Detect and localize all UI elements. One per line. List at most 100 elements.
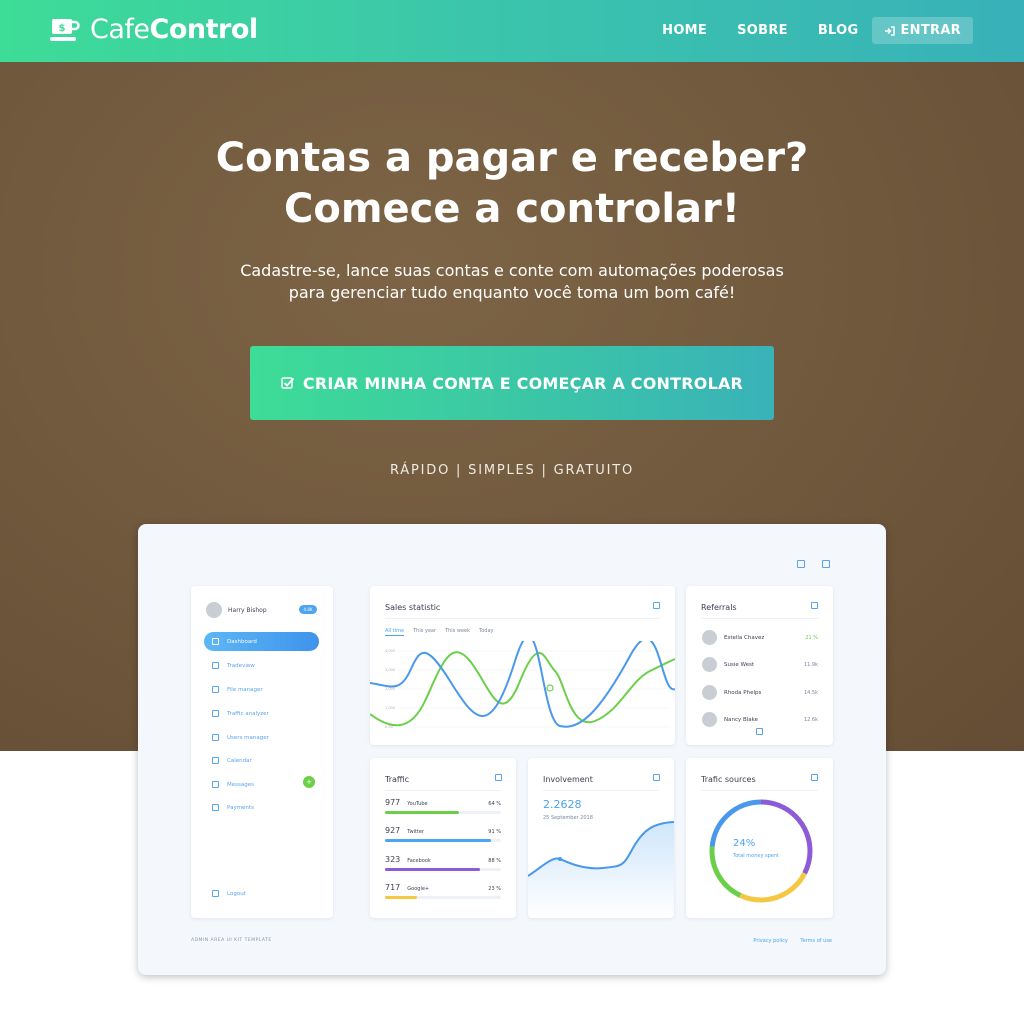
menu-label: Logout — [227, 890, 246, 897]
menu-icon — [212, 781, 219, 788]
traffic-percent: 23 % — [488, 886, 501, 892]
traffic-bar-fill — [385, 811, 460, 814]
nav-about-link[interactable]: SOBRE — [737, 23, 788, 38]
traffic-count: 927 — [385, 826, 401, 835]
subheadline-line-1: Cadastre-se, lance suas contas e conte c… — [240, 261, 784, 280]
involvement-card: Involvement 2.2628 25 September 2018 — [528, 758, 674, 918]
preview-menu-item: Users manager — [204, 728, 319, 747]
traffic-source: Twitter — [407, 829, 425, 835]
traffic-source: YouTube — [407, 801, 428, 807]
menu-label: Calendar — [227, 757, 252, 764]
window-icon — [797, 560, 805, 568]
nav-blog-link[interactable]: BLOG — [818, 23, 859, 38]
check-square-icon — [281, 377, 295, 389]
subheadline-line-2: para gerenciar tudo enquanto você toma u… — [288, 283, 736, 302]
preview-footer-links: Privacy policy Terms of use — [742, 938, 832, 944]
traffic-count: 323 — [385, 855, 401, 864]
calendar-icon — [653, 602, 660, 609]
privacy-policy-link: Privacy policy — [753, 938, 788, 944]
preview-sidebar: Harry Bishop 4.8K Dashboard Tradeview Fi… — [191, 586, 333, 918]
landing-page: $ CafeControl HOME SOBRE BLOG ENTRAR Con… — [0, 0, 1024, 1024]
user-badge: 4.8K — [299, 605, 317, 614]
menu-label: Traffic analyzer — [227, 710, 269, 717]
referral-name: Susie West — [724, 661, 755, 668]
traffic-count: 717 — [385, 883, 401, 892]
menu-label: Users manager — [227, 734, 269, 741]
traffic-source: Google+ — [407, 886, 430, 892]
login-label: ENTRAR — [900, 23, 961, 38]
card-title: Sales statistic — [385, 603, 441, 612]
avatar — [702, 712, 717, 727]
card-title: Traffic — [385, 775, 410, 784]
referral-row: Susie West 11.9k — [702, 657, 818, 672]
traffic-percent: 91 % — [488, 829, 501, 835]
calendar-icon — [811, 774, 818, 781]
traffic-sources-card: Trafic sources 24% Total money spent — [686, 758, 833, 918]
menu-label: Dashboard — [227, 638, 257, 645]
tab-today: Today — [479, 628, 494, 634]
traffic-bar-fill — [385, 839, 491, 842]
traffic-bar-fill — [385, 868, 481, 871]
user-name: Harry Bishop — [228, 606, 267, 614]
window-icon — [822, 560, 830, 568]
referral-name: Estella Chavez — [724, 634, 765, 641]
preview-user: Harry Bishop — [206, 602, 267, 618]
preview-footer-text: ADMIN AREA UI KIT TEMPLATE — [191, 938, 272, 943]
referral-value: 14.5k — [803, 689, 818, 696]
preview-logout: Logout — [204, 884, 319, 903]
menu-icon — [212, 638, 219, 645]
sign-in-icon — [885, 25, 896, 36]
headline-line-1: Contas a pagar e receber? — [215, 135, 809, 181]
menu-label: Messages — [227, 781, 254, 788]
menu-label: Payments — [227, 804, 254, 811]
preview-menu-item: Payments — [204, 798, 319, 817]
traffic-bar — [385, 896, 501, 899]
create-account-button[interactable]: CRIAR MINHA CONTA E COMEÇAR A CONTROLAR — [250, 346, 774, 420]
traffic-percent: 64 % — [488, 801, 501, 807]
messages-badge: + — [303, 776, 315, 788]
calendar-icon — [811, 602, 818, 609]
preview-menu-item: File manager — [204, 680, 319, 699]
preview-menu-item: Traffic analyzer — [204, 704, 319, 723]
login-button[interactable]: ENTRAR — [872, 17, 973, 44]
card-title: Involvement — [543, 775, 593, 784]
terms-of-use-link: Terms of use — [800, 938, 832, 944]
divider — [701, 618, 818, 619]
menu-label: Tradeview — [227, 662, 255, 669]
traffic-bar — [385, 811, 501, 814]
tick-label: 3,000 — [385, 668, 395, 672]
tick-label: 1,000 — [385, 706, 395, 710]
menu-icon — [212, 804, 219, 811]
involvement-area-chart — [528, 821, 674, 918]
chart-point-marker — [558, 857, 562, 861]
more-icon — [756, 728, 763, 735]
traffic-sources-value: 24% — [733, 838, 756, 849]
menu-icon — [212, 662, 219, 669]
traffic-card: Traffic 977 YouTube 64 % 927 Twitter 91 % 32… — [370, 758, 516, 918]
sales-line-chart: 4,000 3,000 2,000 1,000 0,00 — [370, 641, 675, 729]
avatar — [702, 657, 717, 672]
traffic-row: 323 Facebook 88 % — [385, 855, 501, 871]
divider — [385, 618, 660, 619]
traffic-percent: 88 % — [488, 858, 501, 864]
nav-home-link[interactable]: HOME — [662, 23, 707, 38]
preview-menu-item: Tradeview — [204, 656, 319, 675]
tab-this-week: This week — [445, 628, 471, 634]
sales-statistic-card: Sales statistic All time This year This … — [370, 586, 675, 745]
avatar — [702, 685, 717, 700]
preview-menu-item: Calendar — [204, 751, 319, 770]
calendar-icon — [495, 774, 502, 781]
referrals-card: Referrals Estella Chavez 21 % Susie West 1… — [686, 586, 833, 745]
traffic-count: 977 — [385, 798, 401, 807]
menu-label: File manager — [227, 686, 263, 693]
preview-menu-item: Dashboard — [204, 632, 319, 651]
calendar-icon — [653, 774, 660, 781]
menu-icon — [212, 710, 219, 717]
traffic-row: 977 YouTube 64 % — [385, 798, 501, 814]
involvement-value: 2.2628 — [543, 798, 582, 811]
brand-logo[interactable]: $ CafeControl — [50, 14, 258, 45]
referral-row: Nancy Blake 12.6k — [702, 712, 818, 727]
tick-label: 4,000 — [385, 649, 395, 653]
dashboard-preview: Harry Bishop 4.8K Dashboard Tradeview Fi… — [138, 524, 886, 975]
logout-icon — [212, 890, 219, 897]
